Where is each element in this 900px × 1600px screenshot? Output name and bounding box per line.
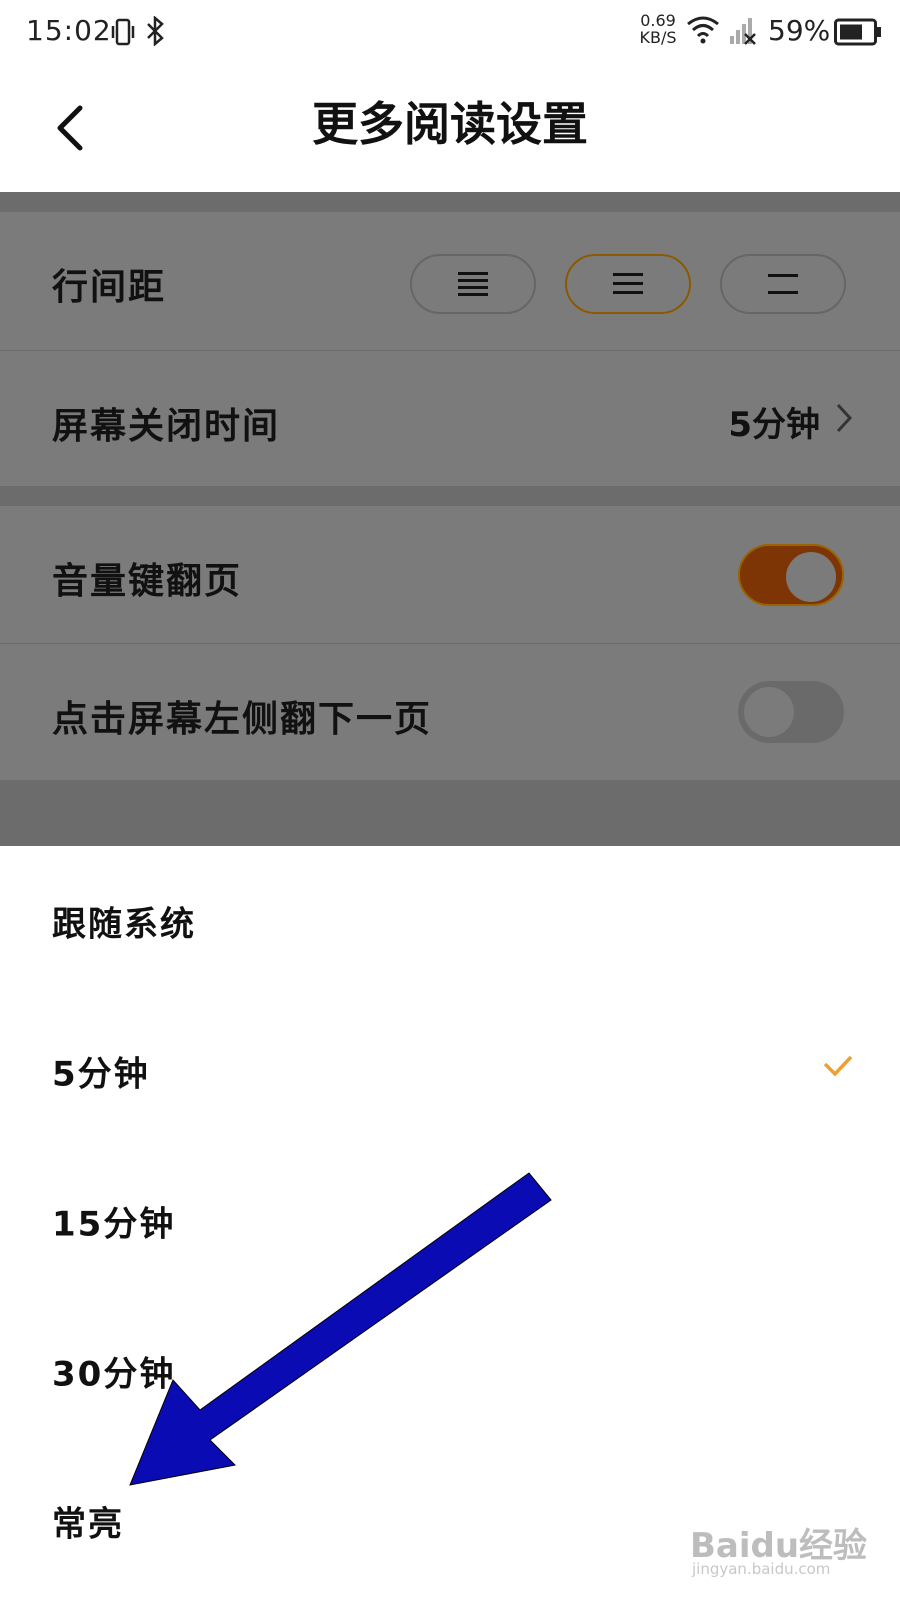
annotation-arrow [129,1172,552,1486]
watermark-url: jingyan.baidu.com [692,1560,831,1578]
